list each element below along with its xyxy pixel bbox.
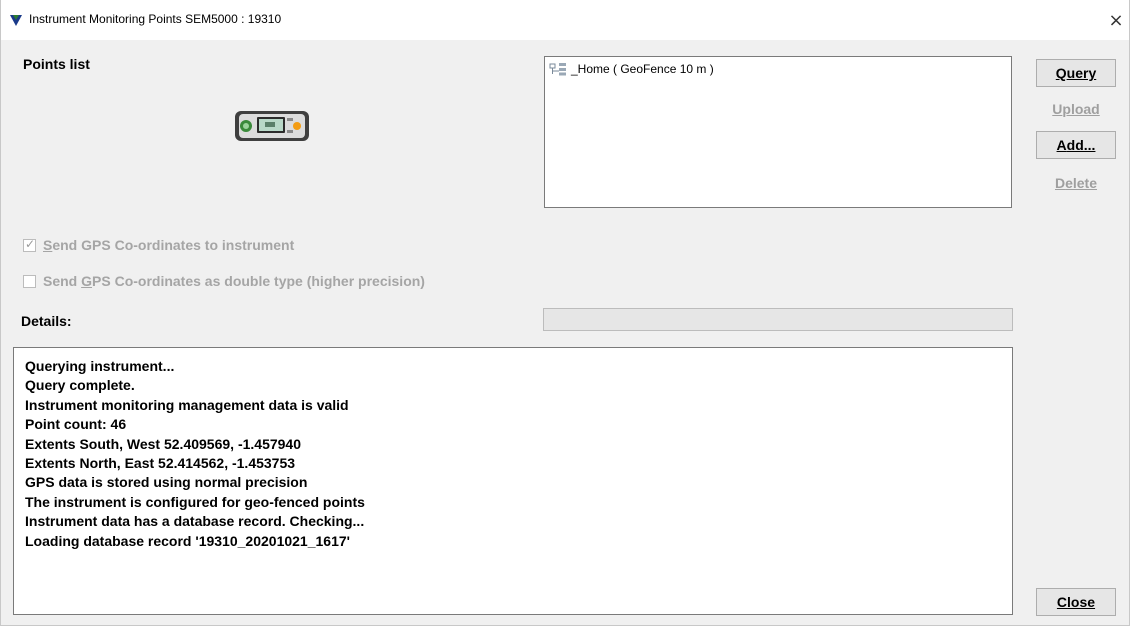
double-precision-checkbox-row[interactable]: Send GPS Co-ordinates as double type (hi… bbox=[23, 272, 425, 290]
geofence-point-icon bbox=[549, 63, 566, 76]
send-gps-label: Send GPS Co-ordinates to instrument bbox=[43, 237, 295, 253]
add-button[interactable]: Add... bbox=[1036, 131, 1116, 159]
log-line: Instrument data has a database record. C… bbox=[25, 513, 365, 530]
delete-button[interactable]: Delete bbox=[1036, 169, 1116, 197]
log-line: Querying instrument... bbox=[25, 358, 175, 374]
point-label: _Home ( GeoFence 10 m ) bbox=[571, 62, 714, 76]
details-log[interactable]: Querying instrument... Query complete. Ins… bbox=[13, 347, 1013, 615]
log-line: Loading database record '19310_20201021_… bbox=[25, 532, 350, 549]
log-line: Query complete. bbox=[25, 377, 135, 394]
instrument-device-icon bbox=[235, 111, 309, 141]
close-button[interactable]: Close bbox=[1036, 588, 1116, 616]
progress-bar bbox=[543, 308, 1013, 331]
app-triangle-icon bbox=[10, 15, 22, 26]
points-listbox[interactable]: _Home ( GeoFence 10 m ) bbox=[544, 56, 1012, 208]
dialog-window: Instrument Monitoring Points SEM5000 : 1… bbox=[0, 0, 1130, 626]
log-line: GPS data is stored using normal precisio… bbox=[25, 474, 308, 491]
upload-button[interactable]: Upload bbox=[1036, 95, 1116, 123]
log-line: The instrument is configured for geo-fen… bbox=[25, 493, 365, 510]
points-list-label: Points list bbox=[23, 56, 90, 72]
title-bar: Instrument Monitoring Points SEM5000 : 1… bbox=[1, 0, 1129, 40]
check-mark-icon: ✓ bbox=[25, 236, 36, 251]
log-line: Extents North, East 52.414562, -1.453753 bbox=[25, 454, 296, 471]
list-item[interactable]: _Home ( GeoFence 10 m ) bbox=[549, 61, 714, 77]
window-title: Instrument Monitoring Points SEM5000 : 1… bbox=[29, 12, 282, 26]
log-line: Point count: 46 bbox=[25, 416, 127, 433]
close-icon[interactable]: × bbox=[1105, 9, 1127, 31]
send-gps-checkbox-row[interactable]: ✓ Send GPS Co-ordinates to instrument bbox=[23, 236, 294, 254]
log-line: Extents South, West 52.409569, -1.457940 bbox=[25, 435, 301, 452]
details-label: Details: bbox=[21, 313, 72, 329]
double-precision-label: Send GPS Co-ordinates as double type (hi… bbox=[43, 273, 425, 289]
query-button[interactable]: Query bbox=[1036, 59, 1116, 87]
double-precision-checkbox[interactable] bbox=[23, 274, 36, 288]
log-line: Instrument monitoring management data is… bbox=[25, 396, 349, 413]
send-gps-checkbox[interactable]: ✓ bbox=[23, 236, 36, 252]
